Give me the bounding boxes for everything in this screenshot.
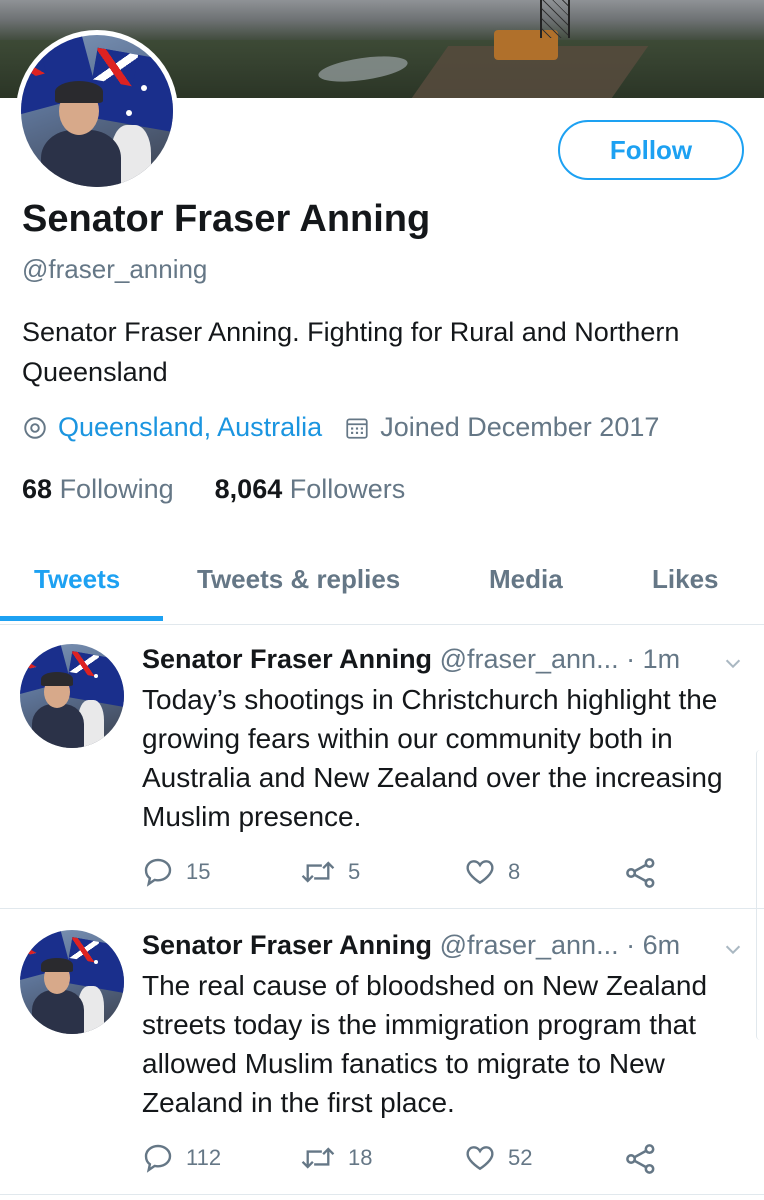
profile-tabs: Tweets Tweets & replies Media Likes	[0, 558, 764, 625]
location-link[interactable]: Queensland, Australia	[58, 412, 322, 443]
profile-avatar[interactable]	[16, 30, 178, 192]
tab-tweets[interactable]: Tweets	[34, 564, 120, 595]
like-button[interactable]: 8	[464, 856, 520, 888]
tweet-author-name[interactable]: Senator Fraser Anning	[142, 930, 432, 960]
share-button[interactable]	[624, 856, 670, 890]
retweet-button[interactable]: 18	[300, 1142, 372, 1174]
avatar-photo	[21, 35, 173, 187]
share-icon	[626, 1144, 655, 1174]
joined-date: Joined December 2017	[380, 412, 660, 442]
heart-icon	[466, 860, 494, 885]
share-icon	[626, 858, 655, 888]
like-count: 52	[508, 1145, 533, 1170]
reply-button[interactable]: 112	[142, 1142, 221, 1174]
chevron-down-icon[interactable]	[722, 652, 744, 674]
follow-button[interactable]: Follow	[558, 120, 744, 180]
location-pin-icon	[22, 415, 48, 441]
reply-count: 15	[186, 859, 211, 884]
chevron-down-icon[interactable]	[722, 938, 744, 960]
reply-button[interactable]: 15	[142, 856, 210, 888]
follow-counts: 68 Following 8,064 Followers	[22, 474, 405, 505]
tweet-header: Senator Fraser Anning @fraser_ann... · 6…	[142, 930, 680, 961]
tweet-author-name[interactable]: Senator Fraser Anning	[142, 644, 432, 674]
tab-likes[interactable]: Likes	[652, 564, 719, 595]
profile-handle: @fraser_anning	[22, 254, 208, 284]
profile-bio: Senator Fraser Anning. Fighting for Rura…	[22, 317, 680, 387]
banner-tower	[540, 0, 570, 38]
profile-name: Senator Fraser Anning	[22, 198, 431, 240]
reply-icon	[144, 858, 172, 887]
following-link[interactable]: 68 Following	[22, 474, 174, 504]
heart-icon	[466, 1146, 494, 1171]
tweet-author-handle[interactable]: @fraser_ann...	[440, 930, 619, 960]
retweet-icon	[301, 1147, 335, 1169]
tweet-time[interactable]: · 1m	[626, 644, 680, 674]
scrollbar[interactable]	[756, 750, 764, 1040]
tweet-time[interactable]: · 6m	[626, 930, 680, 960]
tweet-author-handle[interactable]: @fraser_ann...	[440, 644, 619, 674]
followers-link[interactable]: 8,064 Followers	[215, 474, 406, 504]
tweet-avatar[interactable]	[20, 930, 124, 1034]
active-tab-indicator	[0, 616, 163, 621]
tweet-divider	[0, 908, 764, 909]
retweet-count: 5	[348, 859, 361, 884]
tab-media[interactable]: Media	[489, 564, 563, 595]
tab-tweets-replies[interactable]: Tweets & replies	[197, 564, 400, 595]
tweet-text: The real cause of bloodshed on New Zeala…	[142, 970, 708, 1118]
tweet-divider	[0, 1194, 764, 1195]
reply-icon	[144, 1144, 172, 1173]
reply-count: 112	[186, 1145, 222, 1170]
retweet-count: 18	[348, 1145, 373, 1170]
like-count: 8	[508, 859, 521, 884]
calendar-icon	[344, 415, 370, 441]
avatar-photo	[20, 644, 124, 748]
retweet-icon	[301, 861, 335, 883]
tweet-header: Senator Fraser Anning @fraser_ann... · 1…	[142, 644, 680, 675]
retweet-button[interactable]: 5	[300, 856, 360, 888]
profile-meta: Queensland, Australia Joined December 20…	[22, 412, 659, 443]
like-button[interactable]: 52	[464, 1142, 532, 1174]
avatar-photo	[20, 930, 124, 1034]
tweet-text: Today’s shootings in Christchurch highli…	[142, 684, 723, 832]
tweet-avatar[interactable]	[20, 644, 124, 748]
share-button[interactable]	[624, 1142, 670, 1176]
